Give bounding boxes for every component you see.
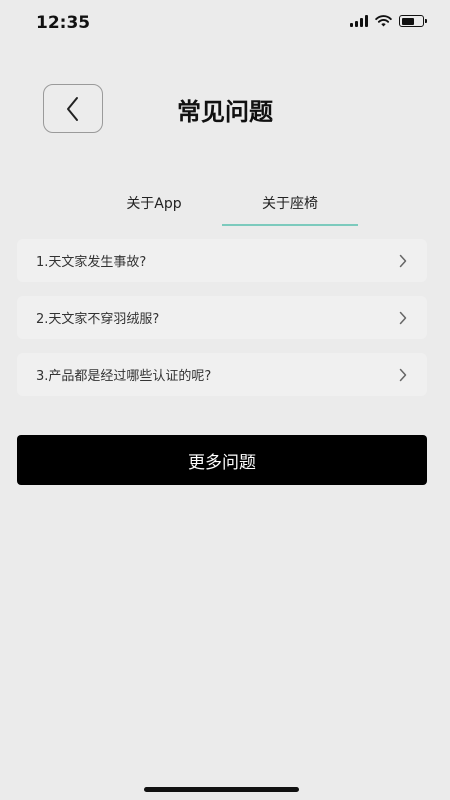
tab-about-seat[interactable]: 关于座椅 xyxy=(222,186,358,226)
faq-question: 3.产品都是经过哪些认证的呢? xyxy=(36,369,212,384)
chevron-right-icon xyxy=(399,254,407,268)
battery-icon xyxy=(399,15,427,27)
wifi-icon xyxy=(375,15,392,27)
tab-about-app[interactable]: 关于App xyxy=(86,186,222,226)
signal-icon xyxy=(350,15,368,27)
faq-question: 2.天文家不穿羽绒服? xyxy=(36,312,160,327)
faq-question: 1.天文家发生事故? xyxy=(36,255,147,270)
status-time: 12:35 xyxy=(36,13,91,33)
home-indicator xyxy=(144,787,299,792)
faq-item[interactable]: 1.天文家发生事故? xyxy=(17,239,427,282)
status-icons xyxy=(350,15,427,27)
faq-list: 1.天文家发生事故? 2.天文家不穿羽绒服? 3.产品都是经过哪些认证的呢? xyxy=(17,239,427,410)
more-questions-button[interactable]: 更多问题 xyxy=(17,435,427,485)
status-bar: 12:35 xyxy=(0,0,450,46)
chevron-right-icon xyxy=(399,311,407,325)
battery-level xyxy=(401,17,414,25)
tab-bar: 关于App 关于座椅 xyxy=(86,186,358,226)
faq-item[interactable]: 3.产品都是经过哪些认证的呢? xyxy=(17,353,427,396)
chevron-right-icon xyxy=(399,368,407,382)
faq-item[interactable]: 2.天文家不穿羽绒服? xyxy=(17,296,427,339)
page-title: 常见问题 xyxy=(177,98,273,126)
